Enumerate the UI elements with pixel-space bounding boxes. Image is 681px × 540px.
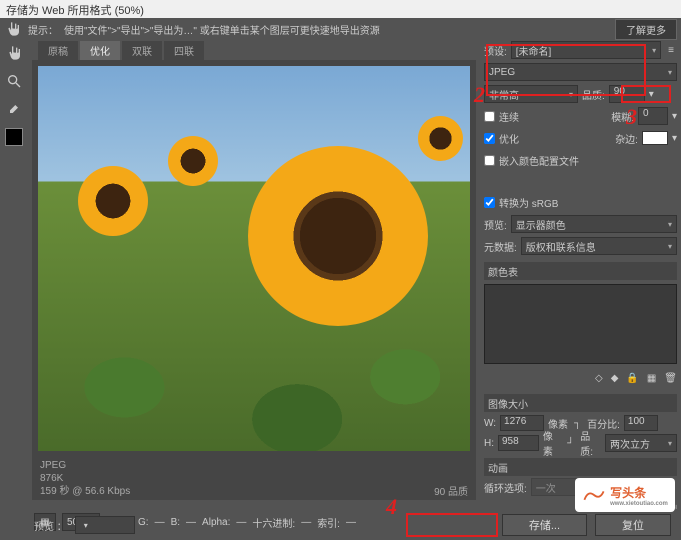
eyedropper-tool-icon[interactable] <box>5 100 23 118</box>
preview-format: JPEG <box>40 459 130 472</box>
image-size-header: 图像大小 <box>484 394 677 412</box>
loop-label: 循环选项: <box>484 480 527 495</box>
hand-icon <box>4 20 22 38</box>
blur-label: 模糊: <box>611 109 634 124</box>
height-input[interactable]: 958 <box>498 435 539 451</box>
learn-more-link[interactable]: 了解更多 <box>615 19 677 40</box>
tip-text: 使用"文件">"导出">"导出为…" 或右键单击某个图层可更快速地导出资源 <box>64 22 380 37</box>
color-table[interactable] <box>484 284 677 364</box>
quality-slider-icon[interactable]: ▾ <box>649 89 654 100</box>
resample-select[interactable]: 两次立方▾ <box>605 434 677 452</box>
colortable-btn-icon[interactable]: 🗑 <box>664 373 677 384</box>
tab-optimized[interactable]: 优化 <box>80 41 120 60</box>
preview-device-select[interactable]: 显示器颜色▾ <box>511 215 677 233</box>
format-select[interactable]: JPEG▾ <box>484 63 677 81</box>
reset-button[interactable]: 复位 <box>595 514 671 536</box>
matte-swatch[interactable] <box>642 131 668 145</box>
colortable-header: 颜色表 <box>484 262 677 280</box>
preview-browser-select[interactable]: ▾ <box>75 516 135 534</box>
percent-input[interactable]: 100 <box>624 415 658 431</box>
colortable-btn-icon[interactable]: ◇ <box>595 373 603 384</box>
zoom-tool-icon[interactable] <box>5 72 23 90</box>
colortable-btn-icon[interactable]: ◆ <box>611 373 619 384</box>
animation-header: 动画 <box>484 458 677 476</box>
preset-menu-icon[interactable]: ≡ <box>665 45 677 56</box>
color-swatch[interactable] <box>5 128 23 146</box>
link-icon[interactable]: ┘ <box>567 438 574 449</box>
preset-label: 预设: <box>484 43 507 58</box>
optimized-checkbox[interactable]: 优化 <box>484 131 519 146</box>
tab-2up[interactable]: 双联 <box>122 41 162 60</box>
tool-strip <box>0 40 28 540</box>
px-label: 像素 <box>543 428 561 458</box>
quality2-label: 品质: <box>580 428 601 458</box>
blur-input[interactable]: 0 <box>638 107 668 125</box>
convert-srgb-checkbox[interactable]: 转换为 sRGB <box>484 195 558 210</box>
preview-device-label: 预览: <box>484 217 507 232</box>
metadata-label: 元数据: <box>484 239 517 254</box>
preview-dd-label: 预览 ： <box>34 518 67 533</box>
tab-4up[interactable]: 四联 <box>164 41 204 60</box>
colortable-btn-icon[interactable]: ▦ <box>647 373 656 384</box>
width-input[interactable]: 1276 <box>500 415 544 431</box>
preview-image[interactable] <box>38 66 470 451</box>
preset-select[interactable]: [未命名]▾ <box>511 41 661 59</box>
w-label: W: <box>484 418 496 429</box>
quality-input[interactable]: 90 <box>609 85 645 103</box>
tab-original[interactable]: 原稿 <box>38 41 78 60</box>
watermark-badge: 写头条 www.xietoutiao.com <box>575 478 675 512</box>
tip-label: 提示： <box>28 22 58 37</box>
preview-quality-readout: 90 品质 <box>434 483 468 498</box>
metadata-select[interactable]: 版权和联系信息▾ <box>521 237 677 255</box>
preview-area: JPEG 876K 159 秒 @ 56.6 Kbps 90 品质 <box>32 60 476 500</box>
hand-tool-icon[interactable] <box>5 44 23 62</box>
quality-label: 品质: <box>582 87 605 102</box>
tip-bar: 提示： 使用"文件">"导出">"导出为…" 或右键单击某个图层可更快速地导出资… <box>0 18 681 40</box>
progressive-checkbox[interactable]: 连续 <box>484 109 519 124</box>
preview-timing: 159 秒 @ 56.6 Kbps <box>40 485 130 498</box>
link-icon[interactable]: ┐ <box>574 418 581 429</box>
save-button[interactable]: 存储... <box>502 514 587 536</box>
preview-size: 876K <box>40 472 130 485</box>
view-tabs: 原稿 优化 双联 四联 <box>28 40 480 60</box>
colortable-btn-icon[interactable]: 🔒 <box>626 373 638 384</box>
quality-preset-select[interactable]: 非常高▾ <box>484 85 578 103</box>
embed-profile-checkbox[interactable]: 嵌入颜色配置文件 <box>484 153 579 168</box>
window-title: 存储为 Web 所用格式 (50%) <box>0 0 681 18</box>
h-label: H: <box>484 438 494 449</box>
matte-label: 杂边: <box>615 131 638 146</box>
settings-panel: 预设: [未命名]▾ ≡ JPEG▾ 非常高▾ 品质: 90 ▾ 连续 模糊: 0… <box>480 40 681 540</box>
